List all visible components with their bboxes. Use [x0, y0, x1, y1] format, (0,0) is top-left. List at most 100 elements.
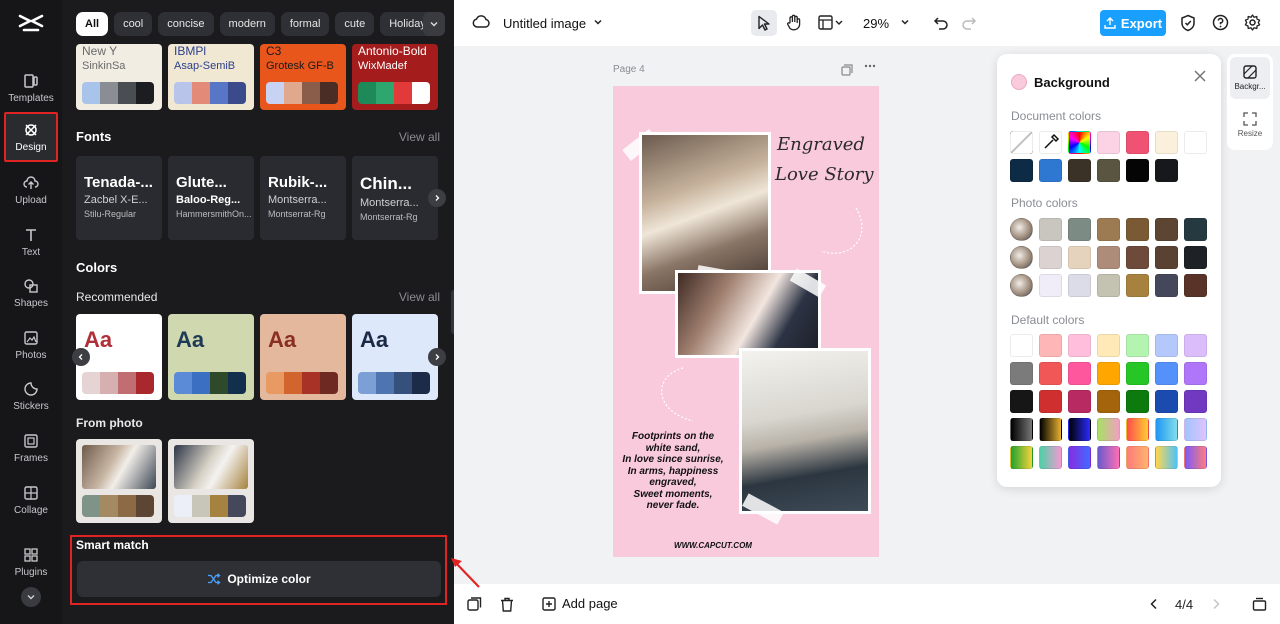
- resize-tool-button[interactable]: Resize: [1230, 104, 1270, 146]
- rail-stickers[interactable]: Stickers: [4, 372, 58, 420]
- photo-palette-card[interactable]: [168, 439, 254, 523]
- rail-design[interactable]: Design: [4, 112, 58, 162]
- recommended-prev-button[interactable]: [72, 348, 90, 366]
- color-swatch[interactable]: [1184, 446, 1207, 469]
- color-swatch[interactable]: [1097, 218, 1120, 241]
- photo-source-swatch[interactable]: [1010, 246, 1033, 269]
- color-swatch[interactable]: [1039, 159, 1062, 182]
- palette-card[interactable]: Aa: [260, 314, 346, 400]
- color-swatch[interactable]: [1126, 159, 1149, 182]
- color-swatch[interactable]: [1126, 334, 1149, 357]
- color-swatch[interactable]: [1126, 362, 1149, 385]
- export-button[interactable]: Export: [1100, 10, 1166, 36]
- rail-text[interactable]: Text: [4, 218, 58, 266]
- design-page[interactable]: Engraved Love Story Footprints on the wh…: [613, 86, 879, 557]
- color-swatch[interactable]: [1010, 446, 1033, 469]
- color-swatch[interactable]: [1010, 362, 1033, 385]
- previous-page-button[interactable]: [1149, 598, 1159, 610]
- background-tool-button[interactable]: Backgr...: [1230, 57, 1270, 99]
- color-swatch[interactable]: [1155, 446, 1178, 469]
- delete-page-button[interactable]: [500, 597, 514, 612]
- chevron-down-icon[interactable]: [593, 17, 603, 27]
- duplicate-page-icon[interactable]: [841, 64, 853, 76]
- color-swatch[interactable]: [1068, 446, 1091, 469]
- color-swatch[interactable]: [1126, 274, 1149, 297]
- cloud-icon[interactable]: [472, 14, 490, 30]
- chip-formal[interactable]: formal: [280, 12, 330, 36]
- color-swatch[interactable]: [1039, 446, 1062, 469]
- color-swatch[interactable]: [1184, 390, 1207, 413]
- color-swatch[interactable]: [1039, 218, 1062, 241]
- page-more-icon[interactable]: [864, 64, 876, 68]
- color-swatch[interactable]: [1184, 334, 1207, 357]
- pages-overview-button[interactable]: [1252, 597, 1267, 611]
- page-options-button[interactable]: [467, 597, 482, 612]
- color-swatch[interactable]: [1184, 274, 1207, 297]
- color-swatch[interactable]: [1126, 131, 1149, 154]
- next-page-button[interactable]: [1211, 598, 1221, 610]
- style-card[interactable]: IBMPl Asap-SemiB: [168, 44, 254, 110]
- rail-frames[interactable]: Frames: [4, 424, 58, 472]
- color-swatch[interactable]: [1155, 159, 1178, 182]
- rail-plugins[interactable]: Plugins: [4, 538, 58, 586]
- font-card[interactable]: Glute... Baloo-Reg... HammersmithOn...: [168, 156, 254, 240]
- color-swatch[interactable]: [1155, 390, 1178, 413]
- zoom-dropdown[interactable]: [900, 17, 910, 27]
- redo-button[interactable]: [961, 15, 977, 31]
- color-swatch[interactable]: [1126, 218, 1149, 241]
- style-card[interactable]: New Y SinkinSa: [76, 44, 162, 110]
- chip-cool[interactable]: cool: [114, 12, 153, 36]
- color-swatch[interactable]: [1097, 390, 1120, 413]
- palette-card[interactable]: Aa: [168, 314, 254, 400]
- undo-button[interactable]: [933, 15, 949, 31]
- color-swatch[interactable]: [1155, 362, 1178, 385]
- color-swatch[interactable]: [1039, 418, 1062, 441]
- recommended-view-all-link[interactable]: View all: [399, 290, 440, 304]
- close-icon[interactable]: [1193, 69, 1207, 83]
- fonts-view-all-link[interactable]: View all: [399, 130, 440, 144]
- style-card[interactable]: Antonio-Bold WixMadef: [352, 44, 438, 110]
- color-swatch[interactable]: [1155, 131, 1178, 154]
- color-swatch[interactable]: [1068, 274, 1091, 297]
- color-swatch[interactable]: [1155, 334, 1178, 357]
- color-swatch[interactable]: [1097, 159, 1120, 182]
- capcut-logo[interactable]: [18, 12, 44, 34]
- color-swatch[interactable]: [1155, 418, 1178, 441]
- color-swatch[interactable]: [1097, 274, 1120, 297]
- photo-source-swatch[interactable]: [1010, 218, 1033, 241]
- fonts-next-button[interactable]: [428, 189, 446, 207]
- color-swatch[interactable]: [1068, 418, 1091, 441]
- optimize-color-button[interactable]: Optimize color: [77, 561, 441, 597]
- zoom-level[interactable]: 29%: [863, 16, 889, 31]
- color-swatch[interactable]: [1126, 418, 1149, 441]
- chip-modern[interactable]: modern: [219, 12, 275, 36]
- color-swatch[interactable]: [1010, 418, 1033, 441]
- chip-cute[interactable]: cute: [335, 12, 375, 36]
- style-card[interactable]: C3 Grotesk GF-B: [260, 44, 346, 110]
- color-swatch[interactable]: [1097, 334, 1120, 357]
- rail-more-button[interactable]: [21, 587, 41, 607]
- color-swatch[interactable]: [1184, 418, 1207, 441]
- font-card[interactable]: Chin... Montserra... Montserrat-Rg: [352, 156, 438, 240]
- recommended-next-button[interactable]: [428, 348, 446, 366]
- rail-collage[interactable]: Collage: [4, 476, 58, 524]
- rail-templates[interactable]: Templates: [4, 64, 58, 112]
- custom-color-swatch[interactable]: [1068, 131, 1091, 154]
- help-icon[interactable]: [1212, 14, 1229, 31]
- color-swatch[interactable]: [1126, 246, 1149, 269]
- color-swatch[interactable]: [1126, 390, 1149, 413]
- color-swatch[interactable]: [1068, 362, 1091, 385]
- hand-tool-button[interactable]: [786, 14, 802, 32]
- color-swatch[interactable]: [1039, 390, 1062, 413]
- color-swatch[interactable]: [1155, 246, 1178, 269]
- color-swatch[interactable]: [1039, 334, 1062, 357]
- color-swatch[interactable]: [1068, 390, 1091, 413]
- settings-icon[interactable]: [1244, 14, 1261, 31]
- photo-source-swatch[interactable]: [1010, 274, 1033, 297]
- color-swatch[interactable]: [1155, 274, 1178, 297]
- chip-all[interactable]: All: [76, 12, 109, 36]
- color-swatch[interactable]: [1097, 246, 1120, 269]
- select-tool-button[interactable]: [751, 10, 777, 36]
- color-swatch[interactable]: [1068, 334, 1091, 357]
- rail-upload[interactable]: Upload: [4, 166, 58, 214]
